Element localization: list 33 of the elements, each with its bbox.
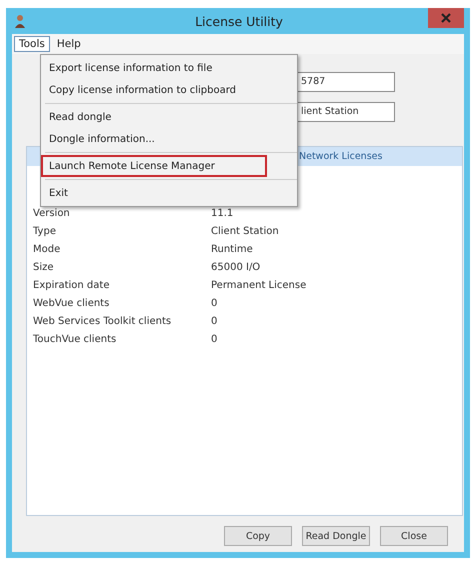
property-name: Mode: [33, 244, 62, 254]
dialog-button[interactable]: Copy: [224, 526, 292, 546]
property-value: Runtime: [211, 244, 253, 254]
window-title: License Utility: [194, 14, 284, 28]
menu-entry[interactable]: Launch Remote License Manager: [41, 155, 267, 177]
close-button[interactable]: [428, 8, 464, 28]
menu-entry[interactable]: Copy license information to clipboard: [41, 79, 267, 101]
dialog-button[interactable]: Read Dongle: [302, 526, 370, 546]
property-name: WebVue clients: [33, 298, 110, 308]
menu-item[interactable]: Tools: [14, 36, 50, 52]
property-value: Permanent License: [211, 280, 306, 290]
property-name: Version: [33, 208, 71, 218]
menu-entry[interactable]: Exit: [41, 182, 267, 204]
property-name: Type: [33, 226, 57, 236]
property-value: Client Station: [211, 226, 279, 236]
menu-entry[interactable]: Export license information to file: [41, 57, 267, 79]
text-field[interactable]: lient Station: [297, 102, 395, 122]
text-field[interactable]: 5787: [297, 72, 395, 92]
property-value: 0: [211, 334, 218, 344]
person-icon: [14, 14, 26, 28]
property-value: 0: [211, 316, 218, 326]
close-icon: [441, 13, 451, 23]
property-name: Size: [33, 262, 55, 272]
menu-entry[interactable]: Dongle information...: [41, 128, 267, 150]
property-name: Expiration date: [33, 280, 110, 290]
menu-entry[interactable]: Read dongle: [41, 106, 267, 128]
property-value: 65000 I/O: [211, 262, 260, 272]
property-name: Web Services Toolkit clients: [33, 316, 172, 326]
property-name: TouchVue clients: [33, 334, 118, 344]
property-value: 11.1: [211, 208, 234, 218]
dialog-button[interactable]: Close: [380, 526, 448, 546]
property-value: 0: [211, 298, 218, 308]
menu-item[interactable]: Help: [52, 36, 86, 52]
